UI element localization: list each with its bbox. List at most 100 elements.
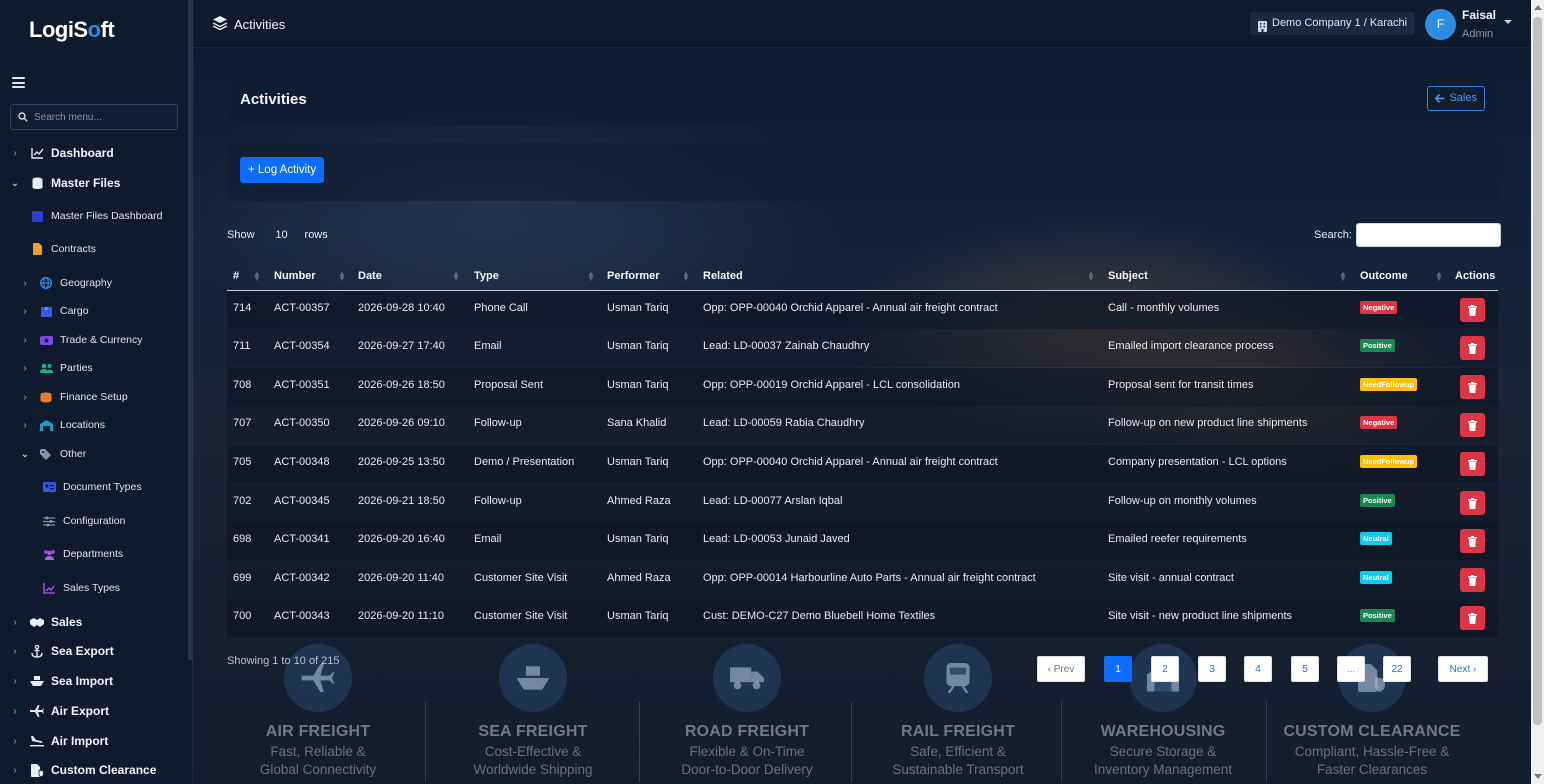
column-header-date[interactable]: Date	[358, 270, 382, 282]
sort-icon[interactable]: ▲ ▼	[253, 270, 261, 283]
app-logo[interactable]: LogiSoft	[29, 17, 115, 43]
sort-icon[interactable]: ▲ ▼	[1339, 270, 1347, 283]
page-button-5[interactable]: 5	[1291, 656, 1319, 682]
sort-icon[interactable]: ▲ ▼	[682, 270, 690, 283]
sidebar-search-input[interactable]	[34, 111, 174, 123]
delete-button[interactable]	[1460, 375, 1485, 399]
cell-performer: Usman Tariq	[607, 610, 669, 622]
cell-date: 2026-09-25 13:50	[358, 456, 445, 468]
sidebar-item-custom-clearance[interactable]: › Custom Clearance	[0, 759, 186, 781]
topbar-title: Activities	[234, 17, 286, 32]
column-header-outcome[interactable]: Outcome	[1360, 270, 1408, 282]
cell-related[interactable]: Opp: OPP-00019 Orchid Apparel - LCL cons…	[703, 379, 960, 391]
delete-button[interactable]	[1460, 606, 1485, 630]
page-button-1[interactable]: 1	[1104, 656, 1132, 682]
cell-related[interactable]: Lead: LD-00053 Junaid Javed	[703, 533, 850, 545]
delete-button[interactable]	[1460, 568, 1485, 592]
page-button-22[interactable]: 22	[1383, 656, 1411, 682]
sidebar-item-other[interactable]: ⌄ Other	[0, 443, 186, 465]
cell-performer: Usman Tariq	[607, 456, 669, 468]
delete-button[interactable]	[1460, 452, 1485, 476]
sidebar-item-master-files[interactable]: ⌄ Master Files	[0, 172, 186, 194]
delete-button[interactable]	[1460, 413, 1485, 437]
table-row[interactable]: 698 ACT-00341 2026-09-20 16:40 Email Usman T…	[227, 522, 1498, 560]
avatar[interactable]: F	[1425, 9, 1456, 40]
sidebar-item-sales-types[interactable]: Sales Types	[0, 577, 186, 599]
column-header-related[interactable]: Related	[703, 270, 743, 282]
scroll-down-icon[interactable]	[1534, 774, 1542, 779]
sort-icon[interactable]: ▲ ▼	[587, 270, 595, 283]
sidebar-item-trade-currency[interactable]: › Trade & Currency	[0, 329, 186, 351]
table-row[interactable]: 702 ACT-00345 2026-09-21 18:50 Follow-up Ahm…	[227, 484, 1498, 522]
caret-down-icon[interactable]	[1504, 20, 1512, 24]
table-row[interactable]: 707 ACT-00350 2026-09-26 09:10 Follow-up San…	[227, 406, 1498, 444]
sidebar-item-sea-export[interactable]: › Sea Export	[0, 640, 186, 662]
cell-id: 707	[233, 417, 252, 429]
column-header-id[interactable]: #	[233, 270, 239, 282]
table-row[interactable]: 714 ACT-00357 2026-09-28 10:40 Phone Call Us…	[227, 291, 1498, 329]
rows-per-page-select[interactable]: 10	[264, 222, 299, 248]
sidebar-item-master-files-dashboard[interactable]: Master Files Dashboard	[0, 205, 186, 227]
sidebar-item-parties[interactable]: › Parties	[0, 357, 186, 379]
sidebar-item-geography[interactable]: › Geography	[0, 272, 186, 294]
table-row[interactable]: 711 ACT-00354 2026-09-27 17:40 Email Usman T…	[227, 329, 1498, 367]
sidebar-item-finance-setup[interactable]: › Finance Setup	[0, 386, 186, 408]
table-row[interactable]: 705 ACT-00348 2026-09-25 13:50 Demo / Prese…	[227, 445, 1498, 483]
cell-subject: Call - monthly volumes	[1108, 302, 1220, 314]
user-name[interactable]: Faisal	[1462, 8, 1496, 22]
sidebar-item-departments[interactable]: Departments	[0, 543, 186, 565]
sidebar-item-sales[interactable]: › Sales	[0, 611, 186, 633]
sidebar-item-sea-import[interactable]: › Sea Import	[0, 670, 186, 692]
cell-date: 2026-09-20 11:10	[358, 610, 445, 622]
delete-button[interactable]	[1460, 298, 1485, 322]
table-row[interactable]: 708 ACT-00351 2026-09-26 18:50 Proposal Sen…	[227, 368, 1498, 406]
delete-button[interactable]	[1460, 529, 1485, 553]
sidebar-item-label: Master Files Dashboard	[51, 210, 163, 222]
delete-button[interactable]	[1460, 491, 1485, 515]
company-selector[interactable]: Demo Company 1 / Karachi	[1250, 12, 1416, 35]
menu-toggle-icon[interactable]	[12, 77, 25, 88]
table-row[interactable]: 700 ACT-00343 2026-09-20 11:10 Customer Sit…	[227, 599, 1498, 637]
page-button-4[interactable]: 4	[1244, 656, 1272, 682]
next-page-button[interactable]: Next ›	[1438, 656, 1488, 682]
sort-icon[interactable]: ▲ ▼	[452, 270, 460, 283]
delete-button[interactable]	[1460, 336, 1485, 360]
sort-icon[interactable]: ▲ ▼	[1435, 270, 1443, 283]
cell-related[interactable]: Opp: OPP-00040 Orchid Apparel - Annual a…	[703, 302, 998, 314]
cell-related[interactable]: Opp: OPP-00040 Orchid Apparel - Annual a…	[703, 456, 998, 468]
scroll-thumb[interactable]	[1533, 17, 1542, 725]
scroll-up-icon[interactable]	[1534, 5, 1542, 10]
column-header-subject[interactable]: Subject	[1108, 270, 1148, 282]
sidebar-item-document-types[interactable]: Document Types	[0, 476, 186, 498]
trash-icon	[1468, 381, 1477, 393]
sidebar-search[interactable]	[10, 104, 178, 130]
sidebar-item-cargo[interactable]: › Cargo	[0, 300, 186, 322]
sidebar-item-air-import[interactable]: › Air Import	[0, 730, 186, 752]
page-scrollbar[interactable]	[1531, 0, 1544, 784]
table-row[interactable]: 699 ACT-00342 2026-09-20 11:40 Customer Sit…	[227, 561, 1498, 599]
sidebar-item-contracts[interactable]: Contracts	[0, 238, 186, 260]
cell-related[interactable]: Lead: LD-00059 Rabia Chaudhry	[703, 417, 864, 429]
cell-related[interactable]: Opp: OPP-00014 Harbourline Auto Parts - …	[703, 572, 1036, 584]
sidebar-item-locations[interactable]: › Locations	[0, 414, 186, 436]
cell-related[interactable]: Lead: LD-00037 Zainab Chaudhry	[703, 340, 869, 352]
sidebar-item-air-export[interactable]: › Air Export	[0, 700, 186, 722]
column-header-performer[interactable]: Performer	[607, 270, 660, 282]
page-ellipsis[interactable]: ...	[1337, 656, 1365, 682]
table-search-input[interactable]	[1355, 223, 1501, 247]
cell-related[interactable]: Lead: LD-00077 Arslan Iqbal	[703, 495, 842, 507]
id-card-icon	[42, 480, 56, 494]
page-button-2[interactable]: 2	[1151, 656, 1179, 682]
cell-related[interactable]: Cust: DEMO-C27 Demo Bluebell Home Textil…	[703, 610, 935, 622]
sidebar-item-configuration[interactable]: Configuration	[0, 510, 186, 532]
column-header-type[interactable]: Type	[474, 270, 499, 282]
column-header-number[interactable]: Number	[274, 270, 316, 282]
back-to-sales-button[interactable]: Sales	[1427, 86, 1485, 111]
page-button-3[interactable]: 3	[1198, 656, 1226, 682]
sort-icon[interactable]: ▲ ▼	[1087, 270, 1095, 283]
sort-icon[interactable]: ▲ ▼	[338, 270, 346, 283]
sidebar-item-dashboard[interactable]: › Dashboard	[0, 142, 186, 164]
log-activity-button[interactable]: + Log Activity	[240, 157, 325, 183]
prev-page-button[interactable]: ‹ Prev	[1037, 656, 1085, 682]
globe-icon	[39, 276, 53, 290]
